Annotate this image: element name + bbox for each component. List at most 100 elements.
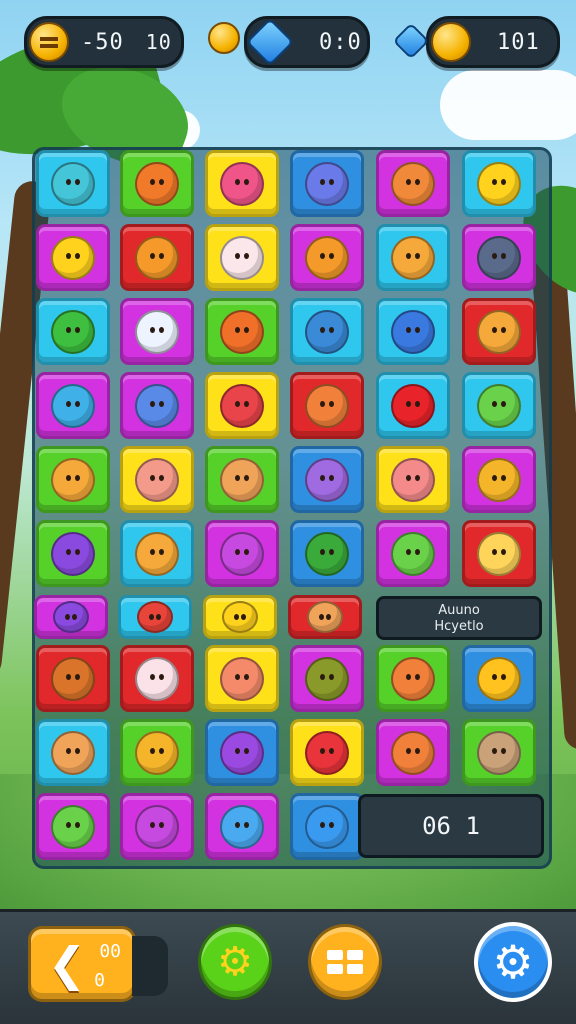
back-button[interactable]: ❮ 00 0 [28,926,136,1002]
game-tile[interactable] [120,372,194,439]
game-tile[interactable] [120,719,194,786]
game-tile[interactable] [36,793,110,860]
game-tile[interactable] [120,520,194,587]
pig-icon [135,656,179,701]
hud-coins: 101 [497,29,540,55]
game-tile[interactable] [36,520,110,587]
game-tile[interactable] [290,446,364,513]
game-tile[interactable] [462,224,536,291]
game-tile[interactable] [290,719,364,786]
menu-coin-icon[interactable] [29,22,69,62]
game-tile[interactable] [120,793,194,860]
game-tile[interactable] [205,224,279,291]
game-tile[interactable] [290,224,364,291]
game-tile[interactable] [120,446,194,513]
swirl-icon [220,730,264,775]
game-tile[interactable] [36,298,110,365]
cat-icon [135,457,179,502]
message-line-2: Hcyetlo [434,619,484,634]
game-tile[interactable] [290,793,364,860]
game-tile[interactable] [36,645,110,712]
hud-score-b: 10 [145,30,172,54]
game-tile[interactable] [36,224,110,291]
game-tile[interactable] [290,150,364,217]
cat-icon [51,457,95,502]
game-tile[interactable] [376,719,450,786]
heart-icon [305,730,349,775]
hud-score-panel: -50 10 [24,16,184,68]
game-tile[interactable] [36,719,110,786]
arrow-left-icon: ❮ [47,937,87,991]
coin-icon-small [208,22,240,54]
game-tile[interactable] [36,446,110,513]
game-tile[interactable] [376,645,450,712]
cat-icon [391,730,435,775]
slime-icon [391,531,435,576]
game-tile[interactable] [462,645,536,712]
cat-icon [391,235,435,280]
cat-icon [135,804,179,849]
menu-button[interactable] [308,924,382,1000]
game-tile[interactable] [36,372,110,439]
boost-button[interactable]: ⚙ [198,924,272,1000]
bird-icon [477,656,521,701]
game-tile[interactable] [205,719,279,786]
robot-icon [477,235,521,280]
game-tile[interactable] [203,595,277,639]
diamond-icon [305,161,349,206]
game-tile[interactable] [462,372,536,439]
back-counter-top: 00 [99,941,121,962]
game-tile[interactable] [462,298,536,365]
hud-coin-panel: 101 [426,16,560,68]
game-tile[interactable] [462,150,536,217]
game-tile[interactable] [462,520,536,587]
bottom-toolbar: ❮ 00 0 ⚙ ⚙ [0,909,576,1024]
game-tile[interactable] [205,446,279,513]
game-tile[interactable] [376,224,450,291]
game-tile[interactable] [376,446,450,513]
swirl-icon [305,457,349,502]
game-tile[interactable] [376,150,450,217]
game-tile[interactable] [120,150,194,217]
game-tile[interactable] [205,645,279,712]
settings-icon: ⚙ [492,935,534,989]
game-tile[interactable] [290,645,364,712]
game-tile[interactable] [288,595,362,639]
game-tile[interactable] [462,446,536,513]
cat-icon [305,383,349,428]
bear-icon [135,235,179,280]
score-value: 06 1 [422,812,480,840]
game-tile[interactable] [376,372,450,439]
game-tile[interactable] [120,645,194,712]
star-icon [477,457,521,502]
gem-icon-small [392,22,430,60]
game-tile[interactable] [376,298,450,365]
game-tile[interactable] [205,520,279,587]
game-tile[interactable] [34,595,108,639]
game-tile[interactable] [205,372,279,439]
game-tile[interactable] [120,224,194,291]
game-tile[interactable] [290,520,364,587]
heart-icon [391,383,435,428]
game-tile[interactable] [290,298,364,365]
grid-icon [327,950,363,974]
cat-icon [477,730,521,775]
game-tile[interactable] [120,298,194,365]
smile-icon [222,601,258,633]
game-tile[interactable] [118,595,192,639]
game-tile[interactable] [205,298,279,365]
cat-icon [51,531,95,576]
cat-icon [135,531,179,576]
coin-icon [431,22,471,62]
game-tile[interactable] [290,372,364,439]
cat-icon [391,457,435,502]
hud-gem-panel: 0:0 [244,16,370,68]
settings-button[interactable]: ⚙ [474,922,552,1002]
swirl-icon [305,235,349,280]
hud-score-a: -50 [81,29,124,55]
game-tile[interactable] [462,719,536,786]
game-tile[interactable] [36,150,110,217]
game-tile[interactable] [205,150,279,217]
game-tile[interactable] [376,520,450,587]
game-tile[interactable] [205,793,279,860]
